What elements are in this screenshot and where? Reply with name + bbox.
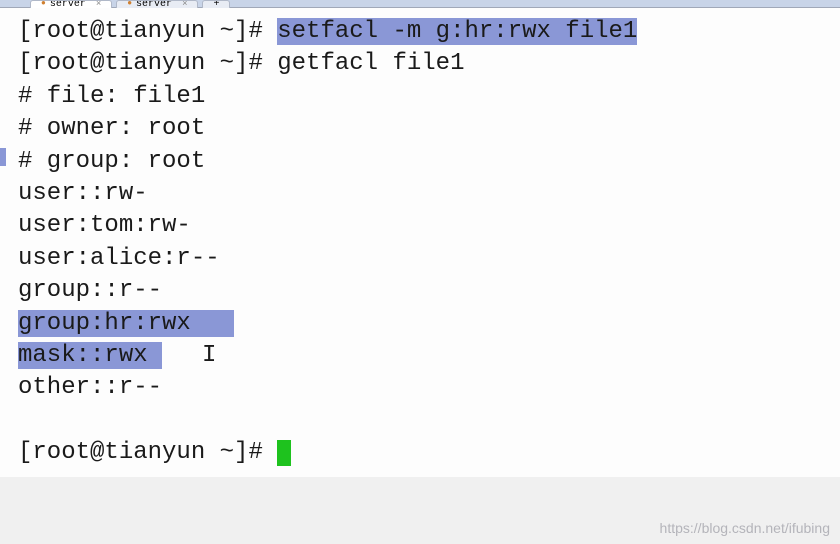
selected-command: setfacl -m g:hr:rwx file1 xyxy=(277,18,637,45)
output-line: user:alice:r-- xyxy=(18,243,832,275)
terminal-output[interactable]: [root@tianyun ~]# setfacl -m g:hr:rwx fi… xyxy=(0,8,840,477)
command-line-1: [root@tianyun ~]# setfacl -m g:hr:rwx fi… xyxy=(18,16,832,48)
text-cursor-icon: I xyxy=(202,340,216,372)
server-icon: ● xyxy=(41,0,46,8)
command-line-2: [root@tianyun ~]# getfacl file1 xyxy=(18,48,832,80)
shell-prompt: [root@tianyun ~]# xyxy=(18,50,277,77)
selected-text xyxy=(191,310,234,337)
output-line: # group: root xyxy=(18,146,832,178)
shell-prompt: [root@tianyun ~]# xyxy=(18,18,277,45)
blank-line xyxy=(18,405,832,437)
close-icon[interactable]: × xyxy=(96,0,101,8)
selected-text: group:hr:rwx xyxy=(18,310,191,337)
output-line: other::r-- xyxy=(18,372,832,404)
close-icon[interactable]: × xyxy=(182,0,187,8)
selection-edge xyxy=(0,148,6,166)
prompt-line: [root@tianyun ~]# xyxy=(18,437,832,469)
tab-label: server xyxy=(136,0,172,8)
output-line: # file: file1 xyxy=(18,81,832,113)
tab-bar: ● server × ● server × + xyxy=(0,0,840,8)
new-tab-button[interactable]: + xyxy=(202,0,230,8)
output-line: # owner: root xyxy=(18,113,832,145)
selected-text: mask::rwx xyxy=(18,342,148,369)
output-line: user::rw- xyxy=(18,178,832,210)
terminal-tab-1[interactable]: ● server × xyxy=(30,0,112,8)
watermark-text: https://blog.csdn.net/ifubing xyxy=(660,519,830,538)
command-text: getfacl file1 xyxy=(277,50,464,77)
shell-prompt: [root@tianyun ~]# xyxy=(18,439,277,466)
terminal-tab-2[interactable]: ● server × xyxy=(116,0,198,8)
output-line-highlighted: group:hr:rwx xyxy=(18,308,832,340)
selected-text xyxy=(148,342,162,369)
plus-icon: + xyxy=(213,0,219,8)
server-icon: ● xyxy=(127,0,132,8)
terminal-cursor xyxy=(277,440,291,466)
tab-label: server xyxy=(50,0,86,8)
output-line: user:tom:rw- xyxy=(18,210,832,242)
output-line-highlighted: mask::rwx I xyxy=(18,340,832,372)
output-line: group::r-- xyxy=(18,275,832,307)
